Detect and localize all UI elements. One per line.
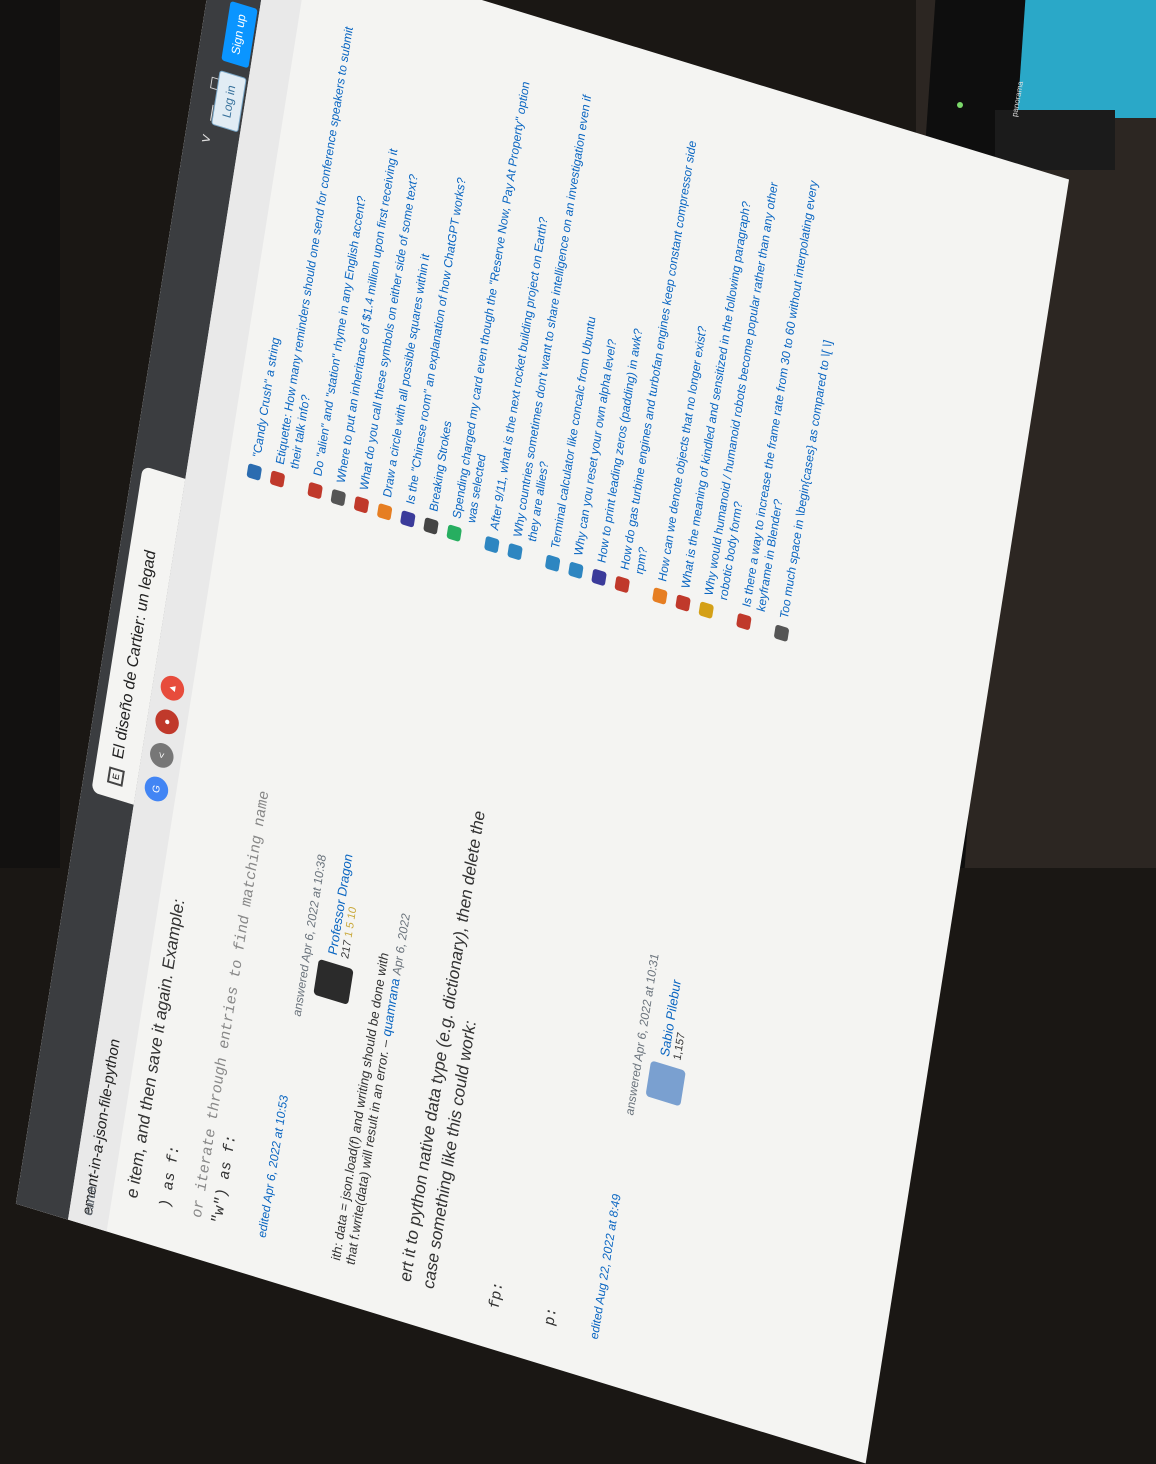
edited-link[interactable]: edited Aug 22, 2022 at 8:49	[587, 1192, 623, 1341]
site-icon	[773, 624, 790, 643]
user-reputation: 217	[338, 938, 354, 961]
extension-icon[interactable]: ●	[153, 706, 181, 738]
question-body: e item, and then save it again. Example:…	[123, 724, 716, 1353]
site-icon	[507, 542, 523, 561]
avatar[interactable]	[313, 958, 354, 1005]
second-monitor-screen	[1006, 0, 1156, 118]
desk-left	[0, 0, 60, 868]
site-icon	[736, 612, 752, 631]
site-icon	[614, 575, 631, 594]
site-icon	[330, 488, 347, 507]
tab-favicon-icon: E	[106, 766, 125, 787]
google-icon[interactable]: G	[142, 773, 170, 805]
edited-link[interactable]: edited Apr 6, 2022 at 10:53	[255, 1093, 291, 1239]
site-icon	[353, 495, 370, 514]
hnq-link[interactable]: Breaking Strokes	[427, 419, 456, 514]
site-icon	[544, 554, 561, 573]
site-icon	[246, 462, 263, 481]
adblock-icon[interactable]: ▲	[158, 672, 186, 704]
second-monitor-taskbar	[995, 110, 1115, 170]
site-icon	[591, 568, 607, 587]
power-led	[957, 102, 963, 108]
site-icon	[483, 535, 500, 554]
site-icon	[446, 524, 463, 543]
tab-search-icon[interactable]: ˅	[198, 132, 219, 147]
site-icon	[376, 502, 393, 521]
avatar[interactable]	[645, 1060, 686, 1107]
site-icon	[307, 481, 323, 500]
site-icon	[567, 561, 584, 580]
site-icon	[269, 470, 286, 489]
hot-network-questions: "Candy Crush" a string Etiquette: How man…	[246, 13, 870, 646]
site-icon	[675, 594, 691, 613]
site-icon	[399, 509, 416, 528]
site-icon	[651, 587, 668, 605]
share-icon[interactable]: <	[148, 740, 176, 771]
site-icon	[698, 601, 715, 620]
site-icon	[423, 517, 439, 535]
browser-window: E El diseño de Cartier: un legad + ˅ — ☐…	[15, 0, 1070, 1464]
new-tab-button[interactable]: +	[150, 165, 177, 185]
